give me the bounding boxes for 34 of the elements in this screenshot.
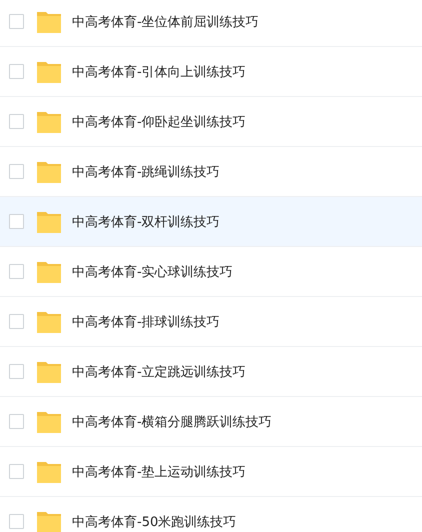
folder-icon (37, 360, 61, 382)
folder-icon (37, 310, 61, 332)
folder-icon (37, 410, 61, 432)
folder-icon (37, 510, 61, 532)
folder-icon (37, 110, 61, 132)
checkbox[interactable] (9, 464, 24, 479)
checkbox[interactable] (9, 214, 24, 229)
folder-icon (37, 210, 61, 232)
folder-icon (37, 10, 61, 32)
folder-icon (37, 260, 61, 282)
checkbox[interactable] (9, 514, 24, 529)
checkbox[interactable] (9, 364, 24, 379)
folder-name[interactable]: 中高考体育-仰卧起坐训练技巧 (72, 112, 246, 130)
checkbox[interactable] (9, 264, 24, 279)
folder-icon (37, 160, 61, 182)
file-row[interactable]: 中高考体育-双杆训练技巧 (0, 197, 422, 247)
folder-name[interactable]: 中高考体育-横箱分腿腾跃训练技巧 (72, 412, 272, 430)
checkbox[interactable] (9, 164, 24, 179)
checkbox[interactable] (9, 14, 24, 29)
folder-name[interactable]: 中高考体育-实心球训练技巧 (72, 262, 233, 280)
folder-name[interactable]: 中高考体育-引体向上训练技巧 (72, 62, 246, 80)
checkbox[interactable] (9, 414, 24, 429)
checkbox[interactable] (9, 114, 24, 129)
folder-name[interactable]: 中高考体育-坐位体前屈训练技巧 (72, 12, 259, 30)
checkbox[interactable] (9, 314, 24, 329)
folder-name[interactable]: 中高考体育-双杆训练技巧 (72, 212, 220, 230)
folder-name[interactable]: 中高考体育-50米跑训练技巧 (72, 512, 236, 530)
folder-name[interactable]: 中高考体育-立定跳远训练技巧 (72, 362, 246, 380)
folder-icon (37, 60, 61, 82)
folder-name[interactable]: 中高考体育-垫上运动训练技巧 (72, 462, 246, 480)
folder-icon (37, 460, 61, 482)
checkbox[interactable] (9, 64, 24, 79)
folder-name[interactable]: 中高考体育-跳绳训练技巧 (72, 162, 220, 180)
folder-name[interactable]: 中高考体育-排球训练技巧 (72, 312, 220, 330)
